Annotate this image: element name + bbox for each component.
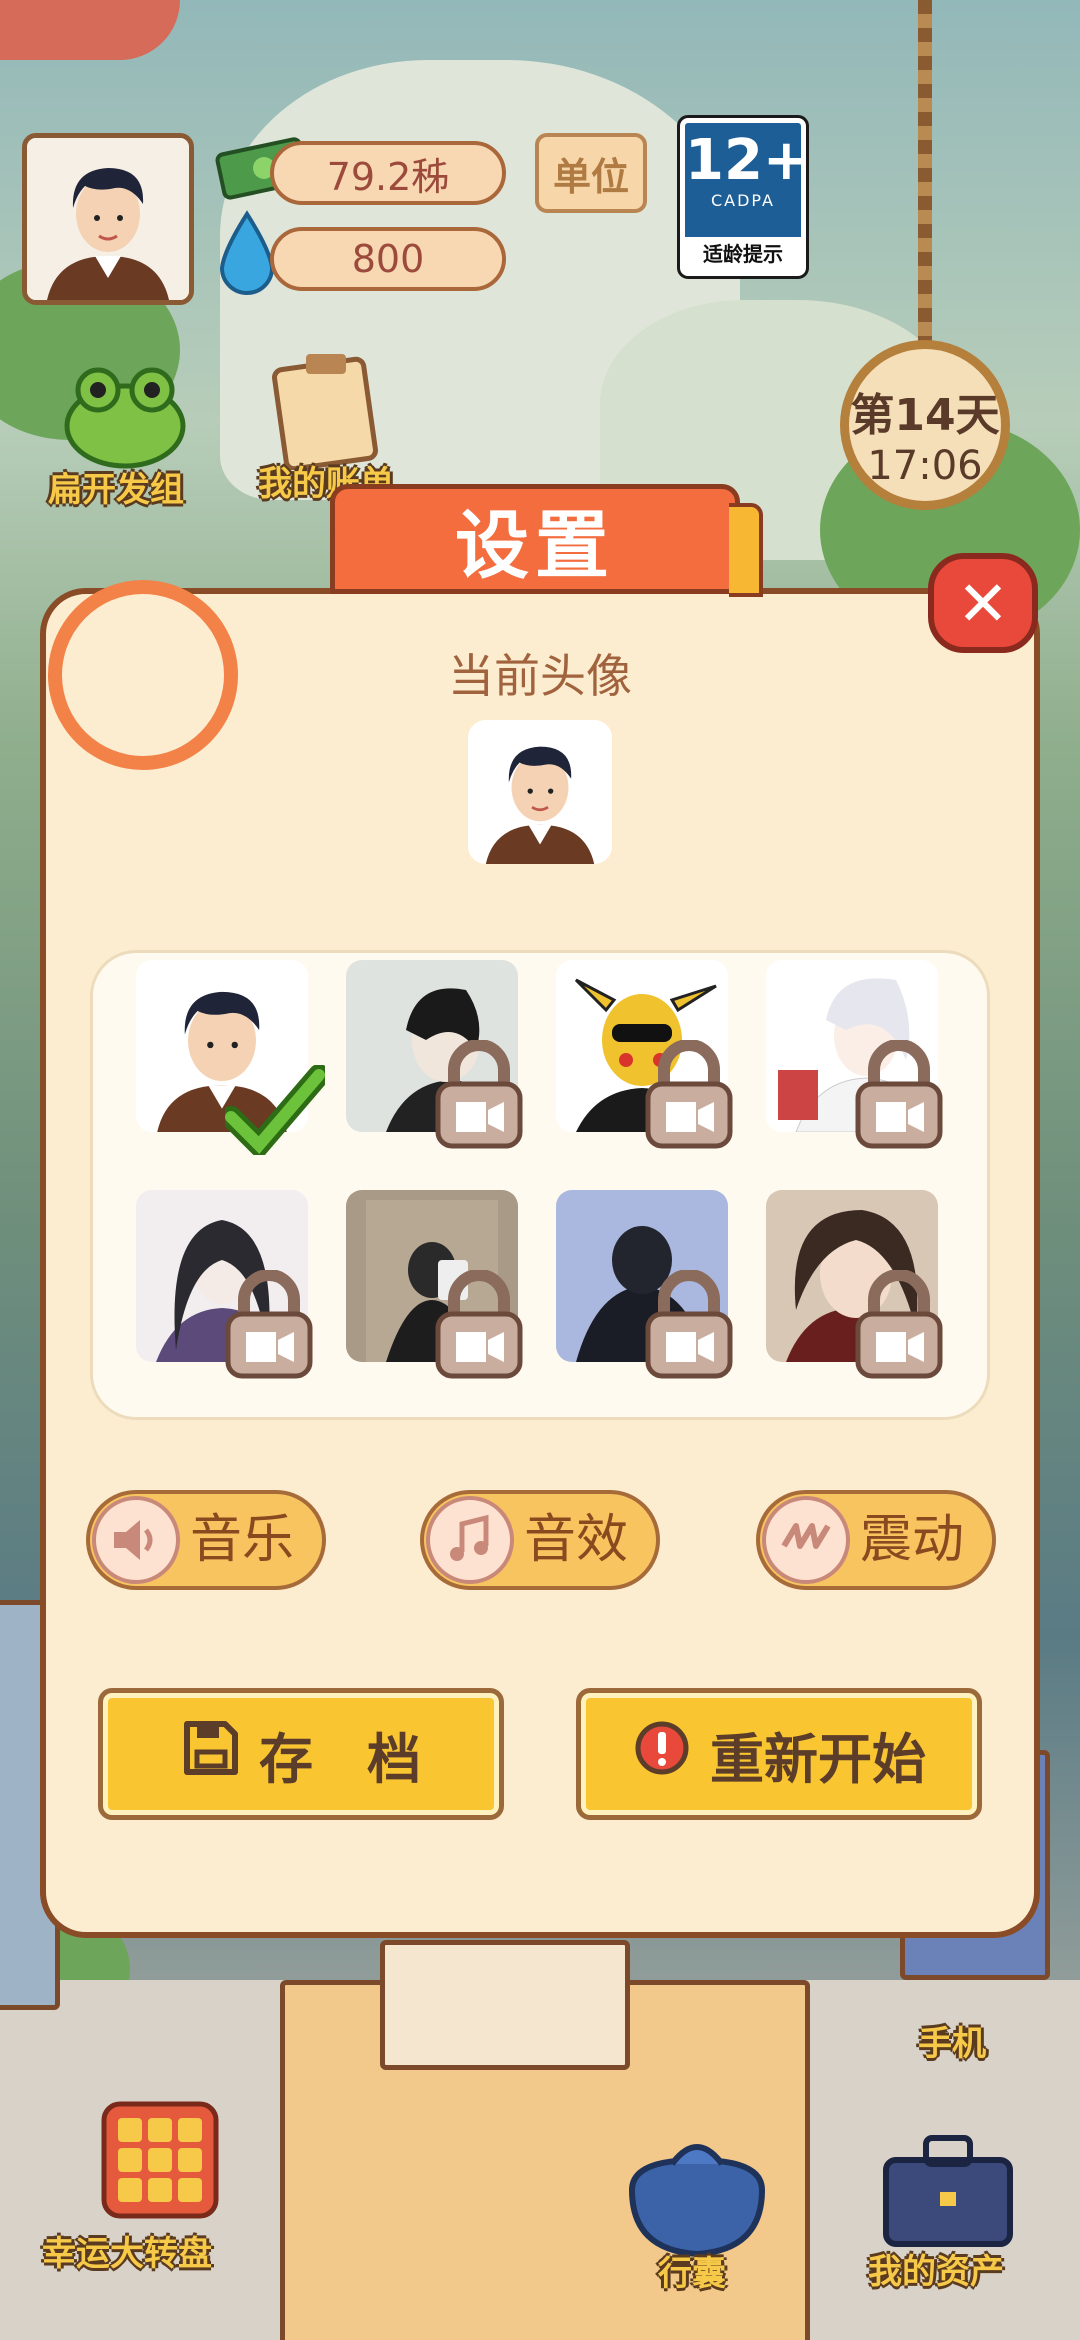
water-display: 800 [270, 227, 506, 291]
video-lock-icon [854, 1039, 944, 1150]
video-lock-icon [434, 1039, 524, 1150]
briefcase-icon[interactable] [878, 2130, 1018, 2250]
bag-label[interactable]: 行囊 [658, 2246, 726, 2295]
assets-label[interactable]: 我的资产 [868, 2244, 1004, 2293]
dialog-title: 设置 [330, 484, 763, 597]
bag-icon[interactable] [612, 2130, 782, 2260]
water-value: 800 [351, 237, 425, 281]
music-toggle[interactable]: 音乐 [86, 1490, 326, 1590]
cartoon-man-avatar-icon [468, 720, 612, 864]
day-clock: 第14天 17:06 [840, 340, 1010, 510]
day-label: 第14天 [850, 390, 1000, 441]
lucky-wheel-icon[interactable] [100, 2100, 220, 2220]
restart-label: 重新开始 [710, 1727, 926, 1791]
speaker-icon [92, 1496, 180, 1584]
money-display: 79.2秭 [270, 141, 506, 205]
lucky-wheel-label[interactable]: 幸运大转盘 [42, 2226, 212, 2275]
dialog-title-text: 设置 [455, 502, 615, 589]
music-label: 音乐 [190, 1510, 295, 1570]
video-lock-icon [644, 1039, 734, 1150]
age-rating-badge[interactable]: 12+ CADPA 适龄提示 [677, 115, 810, 279]
music-note-icon [426, 1496, 514, 1584]
age-rating-number: 12+ [685, 128, 810, 193]
warning-icon [632, 1718, 692, 1791]
save-label: 存 档 [259, 1727, 421, 1791]
vibration-label: 震动 [860, 1510, 965, 1570]
vibration-icon [762, 1496, 850, 1584]
sound-effect-toggle[interactable]: 音效 [420, 1490, 660, 1590]
video-lock-icon [644, 1269, 734, 1380]
frog-icon[interactable] [60, 360, 190, 470]
time-label: 17:06 [867, 443, 983, 489]
video-lock-icon [224, 1269, 314, 1380]
unit-button[interactable]: 单位 [535, 133, 647, 213]
close-icon: ✕ [957, 566, 1009, 640]
money-value: 79.2秭 [326, 154, 450, 199]
phone-label[interactable]: 手机 [918, 2016, 986, 2065]
age-rating-caption: 适龄提示 [685, 237, 801, 271]
shortcut-left-label[interactable]: 扁开发组 [48, 462, 184, 511]
video-lock-icon [854, 1269, 944, 1380]
clock-chain [918, 0, 932, 345]
video-lock-icon [434, 1269, 524, 1380]
current-avatar [468, 720, 612, 864]
cartoon-man-avatar-icon [27, 138, 189, 300]
checkmark-icon [220, 1064, 330, 1162]
clipboard-icon[interactable] [270, 350, 380, 472]
title-accent [729, 503, 763, 597]
current-avatar-label: 当前头像 [448, 649, 632, 703]
player-avatar[interactable] [22, 133, 194, 305]
vibration-toggle[interactable]: 震动 [756, 1490, 996, 1590]
sound-effect-label: 音效 [524, 1510, 629, 1570]
restart-button[interactable]: 重新开始 [576, 1688, 982, 1820]
save-button[interactable]: 存 档 [98, 1688, 504, 1820]
floppy-disk-icon [181, 1718, 241, 1791]
age-rating-org: CADPA [710, 191, 775, 210]
close-button[interactable]: ✕ [928, 553, 1038, 653]
